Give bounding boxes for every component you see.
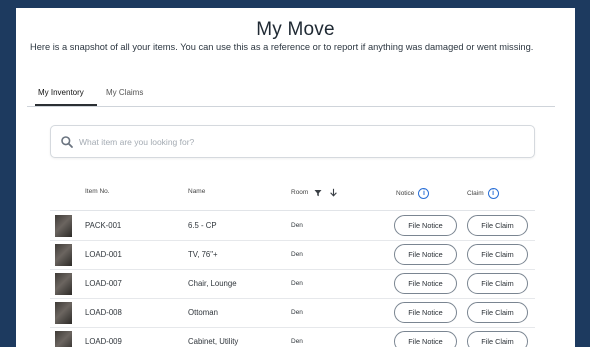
header-divider <box>50 210 535 211</box>
tab-my-inventory[interactable]: My Inventory <box>38 88 84 104</box>
item-room: Den <box>291 251 303 258</box>
column-header-notice: Notice i <box>396 188 430 199</box>
item-room: Den <box>291 222 303 229</box>
item-number: LOAD-007 <box>85 279 122 288</box>
item-room: Den <box>291 338 303 345</box>
info-icon[interactable]: i <box>418 188 430 199</box>
page-title: My Move <box>256 19 335 40</box>
tab-bar: My Inventory My Claims <box>27 88 555 106</box>
info-icon[interactable]: i <box>487 188 499 199</box>
sort-arrow-down-icon[interactable] <box>329 188 338 197</box>
item-thumbnail[interactable] <box>55 244 72 266</box>
item-thumbnail[interactable] <box>55 331 72 347</box>
search-input[interactable] <box>79 135 519 149</box>
file-claim-button[interactable]: File Claim <box>467 244 528 265</box>
search-box[interactable] <box>50 125 535 158</box>
file-notice-button[interactable]: File Notice <box>394 302 457 323</box>
table-row: LOAD-007 Chair, Lounge Den File Notice F… <box>50 270 535 299</box>
column-header-name: Name <box>188 188 206 195</box>
tabs-divider <box>27 106 555 107</box>
filter-icon[interactable] <box>314 189 322 197</box>
item-thumbnail[interactable] <box>55 273 72 295</box>
table-row: LOAD-009 Cabinet, Utility Den File Notic… <box>50 328 535 347</box>
item-room: Den <box>291 309 303 316</box>
table-row: LOAD-008 Ottoman Den File Notice File Cl… <box>50 299 535 328</box>
page-subtitle: Here is a snapshot of all your items. Yo… <box>30 42 534 52</box>
file-claim-button[interactable]: File Claim <box>467 215 528 236</box>
item-number: LOAD-001 <box>85 250 122 259</box>
item-number: LOAD-009 <box>85 337 122 346</box>
item-number: LOAD-008 <box>85 308 122 317</box>
table-header: Item No. Name Room Notice i Claim i <box>16 188 575 202</box>
file-notice-button[interactable]: File Notice <box>394 215 457 236</box>
item-room: Den <box>291 280 303 287</box>
file-claim-button[interactable]: File Claim <box>467 273 528 294</box>
table-row: PACK-001 6.5 - CP Den File Notice File C… <box>50 212 535 241</box>
file-claim-button[interactable]: File Claim <box>467 331 528 347</box>
tab-my-claims[interactable]: My Claims <box>106 88 143 104</box>
table-row: LOAD-001 TV, 76"+ Den File Notice File C… <box>50 241 535 270</box>
file-notice-button[interactable]: File Notice <box>394 244 457 265</box>
item-thumbnail[interactable] <box>55 302 72 324</box>
inventory-card: My Move Here is a snapshot of all your i… <box>16 8 575 347</box>
file-notice-button[interactable]: File Notice <box>394 273 457 294</box>
item-name: TV, 76"+ <box>188 250 218 259</box>
item-number: PACK-001 <box>85 221 122 230</box>
item-name: Ottoman <box>188 308 218 317</box>
item-thumbnail[interactable] <box>55 215 72 237</box>
item-name: Cabinet, Utility <box>188 337 239 346</box>
item-name: Chair, Lounge <box>188 279 237 288</box>
file-claim-button[interactable]: File Claim <box>467 302 528 323</box>
file-notice-button[interactable]: File Notice <box>394 331 457 347</box>
column-header-claim: Claim i <box>467 188 499 199</box>
column-header-item-no: Item No. <box>85 188 110 195</box>
column-header-room: Room <box>291 188 338 197</box>
item-name: 6.5 - CP <box>188 221 217 230</box>
search-icon <box>61 136 73 148</box>
